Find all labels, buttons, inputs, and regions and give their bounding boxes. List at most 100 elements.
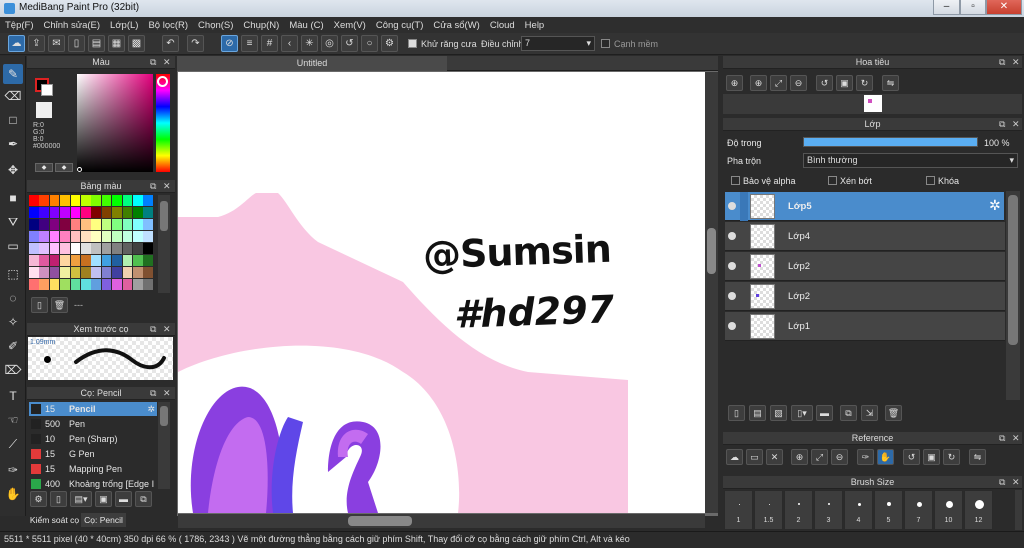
palette-delete-icon[interactable]: 🗑	[51, 297, 68, 313]
palette-swatch[interactable]	[122, 219, 133, 230]
palette-swatch[interactable]	[60, 219, 70, 230]
undock-icon[interactable]: ⧉	[150, 180, 156, 192]
zoom-in-icon[interactable]: ⊕	[726, 75, 743, 91]
protect-alpha-checkbox[interactable]	[731, 176, 740, 187]
layer-row[interactable]: Lớp2	[725, 252, 1005, 281]
cloud-reference-icon[interactable]: ☁	[726, 449, 743, 465]
palette-swatch[interactable]	[133, 255, 143, 266]
palette-swatch[interactable]	[70, 219, 81, 230]
gear-icon[interactable]: ✲	[147, 402, 155, 416]
color-swap-button[interactable]: ◆	[55, 163, 73, 172]
menu-edit[interactable]: Chỉnh sửa(E)	[39, 17, 106, 31]
palette-swatch[interactable]	[70, 243, 81, 254]
grid-icon[interactable]: ▩	[128, 35, 145, 52]
palette-swatch[interactable]	[101, 255, 112, 266]
palette-swatch[interactable]	[112, 279, 122, 290]
visibility-eye-icon[interactable]	[728, 202, 736, 210]
transparent-color-swatch[interactable]	[36, 102, 52, 118]
palette-swatch[interactable]	[101, 267, 112, 278]
undock-icon[interactable]: ⧉	[999, 56, 1005, 68]
palette-swatch[interactable]	[49, 219, 60, 230]
lock-checkbox[interactable]	[926, 176, 935, 187]
palette-swatch[interactable]	[91, 231, 101, 242]
close-panel-icon[interactable]: ✕	[1012, 118, 1020, 130]
perspective-snap-icon[interactable]: ‹	[281, 35, 298, 52]
palette-swatch[interactable]	[81, 243, 91, 254]
palette-swatch-grid[interactable]	[29, 195, 155, 293]
palette-swatch[interactable]	[91, 279, 101, 290]
undock-icon[interactable]: ⧉	[999, 476, 1005, 488]
brush-item[interactable]: 500 Pen	[29, 417, 157, 431]
palette-swatch[interactable]	[112, 243, 122, 254]
fit-icon[interactable]: ⤢	[811, 449, 828, 465]
palette-swatch[interactable]	[112, 255, 122, 266]
brush-item[interactable]: 15 Pencil ✲	[29, 402, 157, 416]
palette-swatch[interactable]	[29, 243, 39, 254]
palette-swatch[interactable]	[112, 195, 122, 206]
layer-scroll-thumb[interactable]	[1008, 195, 1018, 345]
brush-settings-icon[interactable]: ▣	[95, 491, 112, 507]
menu-tools[interactable]: Công cụ(T)	[371, 17, 429, 31]
palette-add-icon[interactable]: ▯	[31, 297, 48, 313]
palette-swatch[interactable]	[81, 255, 91, 266]
visibility-eye-icon[interactable]	[728, 262, 736, 270]
brush-item[interactable]: 10 Pen (Sharp)	[29, 432, 157, 446]
palette-swatch[interactable]	[39, 267, 49, 278]
duplicate-layer-icon[interactable]: ⧉	[840, 405, 857, 421]
menu-select[interactable]: Chọn(S)	[193, 17, 238, 31]
rotate-right-icon[interactable]: ↻	[856, 75, 873, 91]
menu-filter[interactable]: Bộ lọc(R)	[143, 17, 193, 31]
zoom-out-icon[interactable]: ⊖	[790, 75, 807, 91]
select-pen-tool-icon[interactable]: ✐	[3, 336, 23, 356]
folder-icon[interactable]: ▬	[816, 405, 833, 421]
add-layer-menu-icon[interactable]: ▯▾	[791, 405, 813, 421]
snap-off-icon[interactable]: ⊘	[221, 35, 238, 52]
folder-icon[interactable]: ▬	[115, 491, 132, 507]
undock-icon[interactable]: ⧉	[999, 432, 1005, 444]
duplicate-icon[interactable]: ⧉	[135, 491, 152, 507]
page-icon[interactable]: ▤	[88, 35, 105, 52]
palette-swatch[interactable]	[91, 195, 101, 206]
layer-row[interactable]: Lớp2	[725, 282, 1005, 311]
clipping-checkbox[interactable]	[828, 176, 837, 187]
palette-swatch[interactable]	[60, 255, 70, 266]
palette-swatch[interactable]	[122, 267, 133, 278]
palette-swatch[interactable]	[143, 243, 153, 254]
palette-swatch[interactable]	[133, 243, 143, 254]
close-reference-icon[interactable]: ✕	[766, 449, 783, 465]
fill-rect-tool-icon[interactable]: ■	[3, 188, 23, 208]
menu-capture[interactable]: Chụp(N)	[238, 17, 284, 31]
bucket-tool-icon[interactable]: ⛛	[3, 212, 23, 232]
rotate-left-icon[interactable]: ↺	[903, 449, 920, 465]
palette-swatch[interactable]	[122, 231, 133, 242]
delete-layer-icon[interactable]: 🗑	[885, 405, 902, 421]
palette-swatch[interactable]	[39, 231, 49, 242]
canvas-horizontal-scrollbar[interactable]	[178, 514, 705, 528]
palette-swatch[interactable]	[143, 219, 153, 230]
undock-icon[interactable]: ⧉	[999, 118, 1005, 130]
canvas-vertical-scrollbar[interactable]	[705, 72, 718, 513]
palette-swatch[interactable]	[133, 195, 143, 206]
palette-swatch[interactable]	[39, 279, 49, 290]
brush-scroll-thumb[interactable]	[160, 406, 168, 426]
palette-swatch[interactable]	[29, 207, 39, 218]
brush-size-cell[interactable]: 4	[844, 490, 873, 530]
visibility-eye-icon[interactable]	[728, 322, 736, 330]
layer-settings-gear-icon[interactable]: ✲	[989, 197, 1001, 214]
menu-file[interactable]: Tệp(F)	[0, 17, 39, 31]
layer-row[interactable]: Lớp1	[725, 312, 1005, 341]
palette-swatch[interactable]	[101, 195, 112, 206]
layer-row[interactable]: Lớp4	[725, 222, 1005, 251]
palette-swatch[interactable]	[49, 231, 60, 242]
palette-swatch[interactable]	[122, 243, 133, 254]
palette-swatch[interactable]	[49, 243, 60, 254]
color-add-button[interactable]: ◆	[35, 163, 53, 172]
brush-control-tab[interactable]: Kiểm soát cọ	[28, 513, 81, 527]
new-layer-icon[interactable]: ▯	[728, 405, 745, 421]
concentric-snap-icon[interactable]: ◎	[321, 35, 338, 52]
palette-swatch[interactable]	[29, 195, 39, 206]
palette-swatch[interactable]	[101, 207, 112, 218]
palette-swatch[interactable]	[112, 207, 122, 218]
palette-swatch[interactable]	[143, 207, 153, 218]
gradient-tool-icon[interactable]: ▭	[3, 236, 23, 256]
